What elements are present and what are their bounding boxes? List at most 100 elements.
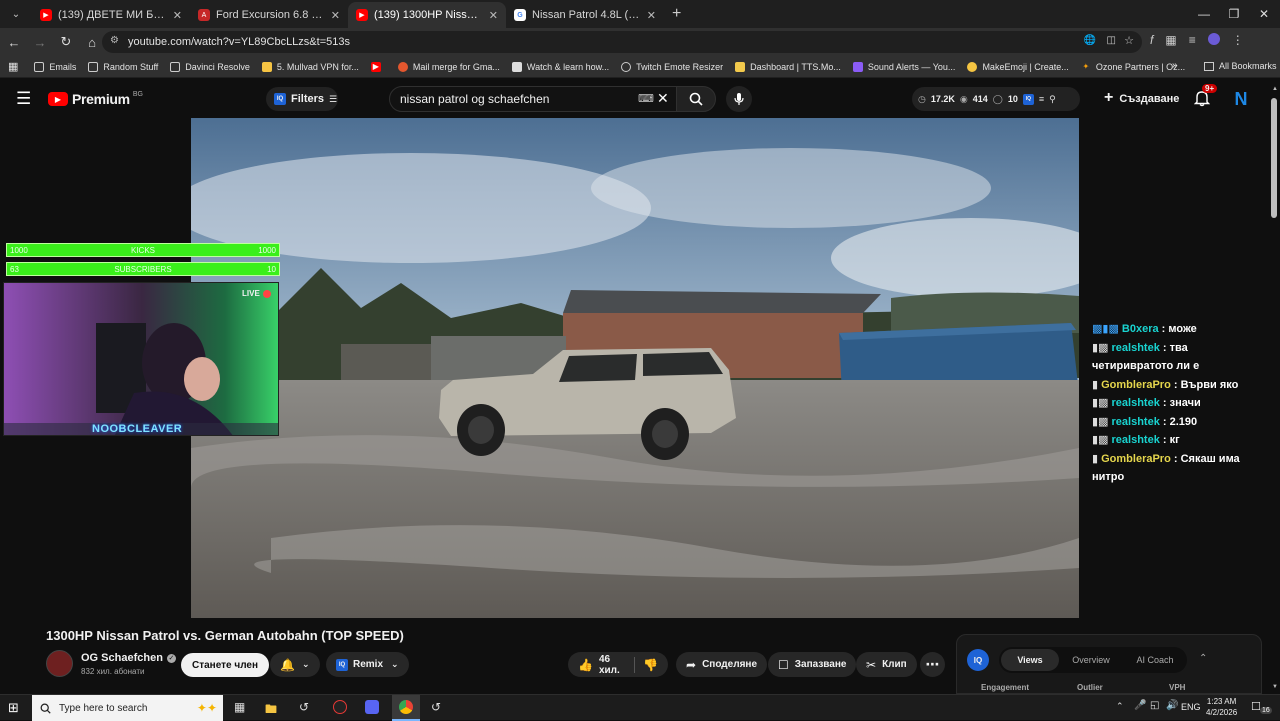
remix-button[interactable]: IQ Remix ⌄ (326, 652, 409, 677)
notifications-button[interactable]: 9+ (1193, 84, 1218, 112)
bookmark-item[interactable]: MakeEmoji | Create... (967, 61, 1069, 72)
bookmark-item[interactable]: Random Stuff (88, 61, 159, 72)
close-window-icon[interactable]: ✕ (1246, 0, 1280, 28)
region-code: BG (132, 90, 143, 98)
file-explorer-icon[interactable]: 🖿 (265, 700, 277, 721)
microphone-tray-icon[interactable]: 🎤 (1134, 700, 1146, 711)
bookmark-item[interactable]: Twitch Emote Resizer (621, 61, 723, 72)
media-control-icon[interactable]: ≡ (1189, 33, 1196, 47)
like-count[interactable]: 46 хил. (599, 654, 625, 676)
bookmark-item[interactable]: 5. Mullvad VPN for... (261, 61, 359, 72)
search-input[interactable]: nissan patrol og schaefchen ⌨ ✕ (389, 86, 677, 112)
more-bookmarks-icon[interactable]: » (1172, 60, 1178, 71)
bookmark-item[interactable]: ▶ (370, 61, 386, 72)
chat-text: може (1168, 323, 1197, 335)
thumbs-up-icon[interactable]: 👍 (578, 658, 593, 672)
taskbar-search-input[interactable]: Type here to search ✦✦ (32, 695, 223, 721)
windows-start-icon[interactable]: ⊞ (8, 700, 19, 716)
language-indicator[interactable]: ENG (1181, 702, 1201, 712)
forward-icon[interactable]: → (28, 30, 52, 54)
show-hidden-icons[interactable]: ⌃ (1116, 701, 1124, 712)
translate-icon[interactable]: 🌐 (1084, 35, 1096, 46)
clip-button[interactable]: ✂ Клип (856, 652, 917, 677)
discord-icon[interactable] (365, 700, 379, 714)
channel-avatar[interactable] (46, 650, 73, 677)
tab-views[interactable]: Views (1001, 649, 1059, 671)
globe-icon (621, 61, 632, 72)
function-icon[interactable]: f (1150, 33, 1153, 47)
thumbs-down-icon[interactable]: 👎 (643, 658, 658, 672)
collapse-icon[interactable]: ⌃ (1199, 653, 1207, 664)
create-button[interactable]: + Създаване (1104, 89, 1179, 107)
task-view-icon[interactable]: ▦ (234, 700, 245, 714)
chat-message: ▮▩ realshtek : тва четиривратото ли е (1092, 341, 1200, 373)
join-button[interactable]: Станете член (181, 653, 270, 677)
bookmark-item[interactable]: ✦ Ozone Partners | Oz... (1081, 62, 1185, 72)
bookmark-item[interactable]: Emails (34, 61, 76, 72)
save-button[interactable]: ☐ Запазване (768, 652, 857, 677)
install-app-icon[interactable]: ◫ (1107, 35, 1116, 46)
tab-ai-coach[interactable]: AI Coach (1123, 655, 1187, 665)
extensions-icon[interactable]: ▦ (1165, 33, 1176, 47)
close-tab-icon[interactable]: ✕ (489, 9, 498, 22)
scroll-up-icon[interactable]: ▲ (1272, 86, 1278, 92)
bookmark-item[interactable]: Davinci Resolve (170, 61, 250, 72)
browser-tab-active[interactable]: ▶ (139) 1300HP Nissan Patrol vs. G ✕ (348, 2, 506, 28)
browser-tab[interactable]: A Ford Excursion 6.8 (314 Hp) Au ✕ (190, 2, 348, 28)
new-tab-icon[interactable]: + (672, 5, 681, 23)
hamburger-menu-icon[interactable]: ☰ (16, 89, 31, 109)
profile-icon[interactable] (1207, 33, 1220, 45)
filters-button[interactable]: IQ Filters ☰ (266, 87, 338, 111)
video-player[interactable] (191, 118, 1079, 618)
apps-grid-icon[interactable]: ▦ (8, 60, 18, 73)
browser-tab[interactable]: G Nissan Patrol 4.8L (TB48DE eng ✕ (506, 2, 664, 28)
youtube-header: ☰ ▶ Premium BG IQ Filters ☰ nissan patro… (0, 80, 1280, 118)
close-tab-icon[interactable]: ✕ (173, 9, 182, 22)
bookmark-item[interactable]: Watch & learn how... (511, 61, 609, 72)
bookmark-star-icon[interactable]: ☆ (1124, 34, 1134, 47)
scrollbar-thumb[interactable] (1271, 98, 1277, 218)
bookmark-label: Random Stuff (103, 61, 159, 72)
address-bar[interactable]: ⚙ youtube.com/watch?v=YL89CbcLLzs&t=513s… (102, 31, 1142, 53)
chat-text: значи (1169, 397, 1201, 409)
kicks-goal-bar: 1000 KICKS 1000 (6, 243, 280, 257)
tab-overview[interactable]: Overview (1059, 655, 1123, 665)
vidiq-stats-bar[interactable]: ◷ 17.2K ◉ 414 ◯ 10 IQ ≡ ⚲ (912, 87, 1080, 111)
obs-icon[interactable] (333, 700, 347, 714)
network-icon[interactable]: ◱ (1150, 700, 1159, 711)
clip-label: Клип (882, 659, 907, 670)
keyboard-icon[interactable]: ⌨ (638, 92, 654, 105)
youtube-premium-logo[interactable]: ▶ Premium BG (48, 91, 143, 107)
more-menu-icon[interactable]: ⋮ (1232, 33, 1244, 47)
bookmark-item[interactable]: Sound Alerts — You... (852, 61, 955, 72)
subscription-bell-button[interactable]: 🔔 ⌄ (270, 652, 320, 677)
vidiq-panel: IQ Views Overview AI Coach ⌃ Engagement … (956, 634, 1262, 694)
chrome-taskbar-button[interactable] (392, 695, 420, 721)
close-tab-icon[interactable]: ✕ (331, 9, 340, 22)
badge-icon: ▮ (1092, 378, 1099, 391)
tab-search-menu-icon[interactable]: ⌄ (4, 4, 28, 24)
scroll-down-icon[interactable]: ▼ (1272, 684, 1278, 690)
reload-icon[interactable]: ↻ (54, 30, 78, 54)
home-icon[interactable]: ⌂ (80, 30, 104, 54)
app-icon[interactable]: ↺ (431, 700, 441, 714)
page-scrollbar[interactable]: ▲ ▼ (1270, 86, 1278, 694)
site-info-icon[interactable]: ⚙ (110, 35, 119, 46)
more-actions-button[interactable]: ⋯ (920, 652, 945, 677)
account-avatar[interactable]: N (1231, 88, 1251, 110)
clear-search-icon[interactable]: ✕ (657, 90, 669, 107)
share-button[interactable]: ➦ Споделяне (676, 652, 767, 677)
channel-name-link[interactable]: OG Schaefchen ✓ (81, 652, 176, 664)
clock[interactable]: 1:23 AM 4/2/2026 (1206, 696, 1237, 718)
voice-search-button[interactable] (726, 86, 752, 112)
search-button[interactable] (676, 86, 716, 112)
all-bookmarks[interactable]: All Bookmarks (1204, 61, 1277, 71)
app-icon[interactable]: ↺ (299, 700, 309, 714)
close-tab-icon[interactable]: ✕ (647, 9, 656, 22)
bookmark-item[interactable]: Mail merge for Gma... (397, 61, 500, 72)
volume-icon[interactable]: 🔊 (1166, 700, 1178, 711)
bookmark-item[interactable]: Dashboard | TTS.Mo... (735, 61, 841, 72)
webcam-overlay: LIVE NOOBCLEAVER (3, 282, 279, 436)
back-icon[interactable]: ← (2, 30, 26, 54)
browser-tab[interactable]: ▶ (139) ДВЕТЕ МИ БМВта - YouTube ✕ (32, 2, 190, 28)
